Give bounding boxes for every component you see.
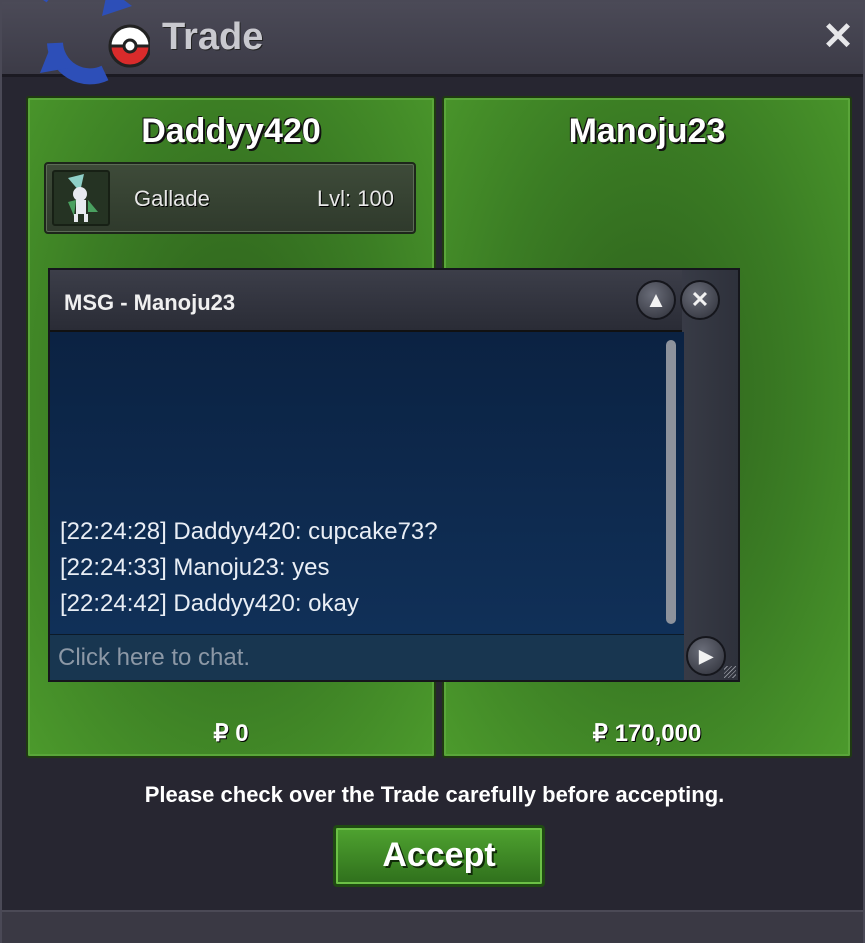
gallade-sprite-icon	[52, 170, 110, 226]
chat-title: MSG - Manoju23	[64, 290, 236, 315]
window-title: Trade	[162, 16, 264, 58]
close-icon[interactable]: ✕	[819, 18, 857, 56]
my-money-offer: ₽ 0	[213, 720, 249, 747]
pokemon-name: Gallade	[134, 186, 210, 211]
trade-logo-icon	[40, 0, 150, 85]
accept-button[interactable]: Accept	[333, 825, 545, 887]
pokemon-slot[interactable]: Gallade Lvl: 100	[44, 162, 416, 234]
my-trainer-name: Daddyy420	[141, 112, 321, 150]
chat-scrollbar[interactable]	[666, 340, 676, 624]
chat-header[interactable]: MSG - Manoju23	[50, 270, 684, 332]
chat-message: [22:24:42] Daddyy420: okay	[60, 590, 359, 617]
partner-trainer-name: Manoju23	[568, 112, 726, 150]
resize-grip-icon[interactable]	[724, 666, 736, 678]
chat-message: [22:24:33] Manoju23: yes	[60, 554, 330, 581]
chat-log: [22:24:28] Daddyy420: cupcake73? [22:24:…	[50, 332, 684, 634]
pokemon-level: Lvl: 100	[316, 186, 394, 211]
chat-side-bar: ▲ ✕ ▶	[636, 270, 738, 680]
close-chat-icon[interactable]: ✕	[680, 280, 720, 320]
partner-money-offer: ₽ 170,000	[592, 720, 702, 747]
send-message-button[interactable]: ▶	[686, 636, 726, 676]
title-bar[interactable]: Trade ✕	[2, 0, 863, 85]
chat-input[interactable]	[50, 634, 684, 680]
trade-notice: Please check over the Trade carefully be…	[144, 782, 725, 807]
trade-window: Trade ✕ Daddyy420 Gallade Lvl: 100 ₽ 0 M…	[0, 0, 865, 943]
window-bottom-bar	[2, 910, 863, 943]
chat-window: MSG - Manoju23 ▲ ✕ ▶ [22:24:28] Daddyy42…	[48, 268, 740, 682]
chat-messages: [22:24:28] Daddyy420: cupcake73? [22:24:…	[60, 514, 438, 622]
minimize-chat-button[interactable]: ▲	[636, 280, 676, 320]
chat-message: [22:24:28] Daddyy420: cupcake73?	[60, 518, 438, 545]
